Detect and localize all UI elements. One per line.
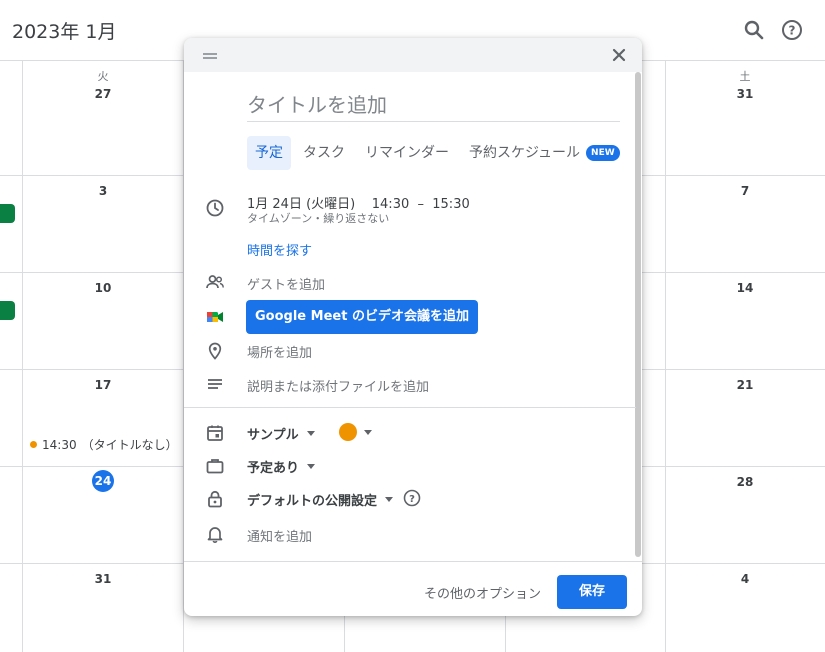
footer-divider (184, 561, 642, 562)
dialog-header[interactable] (184, 38, 642, 72)
chevron-down-icon[interactable] (364, 430, 372, 435)
day-number[interactable]: 10 (83, 281, 123, 295)
weekday-sat: 土 (739, 70, 751, 83)
chevron-down-icon (385, 497, 394, 502)
bell-icon (205, 524, 225, 544)
calendar-select[interactable]: サンプル (247, 424, 315, 443)
visibility-select[interactable]: デフォルトの公開設定 (247, 490, 394, 509)
timezone-repeat-text[interactable]: タイムゾーン・繰り返さない (247, 210, 389, 226)
tab-label: 予約スケジュール (469, 145, 581, 161)
day-number[interactable]: 31 (725, 87, 765, 101)
availability-select-value: 予定あり (247, 461, 300, 476)
calendar-select-value: サンプル (247, 428, 299, 443)
add-notification-field[interactable]: 通知を追加 (247, 526, 312, 545)
event-create-dialog: 予定 タスク リマインダー 予約スケジュールNEW 1月 24日 (火曜日) 1… (184, 38, 642, 616)
title-input[interactable] (247, 88, 620, 122)
event-title: （タイトルなし） (81, 438, 178, 452)
description-icon (205, 375, 225, 395)
briefcase-icon (205, 456, 225, 476)
add-guests-field[interactable]: ゲストを追加 (247, 274, 325, 293)
chevron-down-icon (306, 431, 315, 436)
today-day-number[interactable]: 24 (92, 470, 114, 492)
new-badge: NEW (586, 145, 620, 161)
visibility-help-icon[interactable]: ? (403, 489, 421, 507)
section-divider (184, 407, 636, 408)
google-meet-icon (205, 307, 225, 327)
day-number[interactable]: 28 (725, 475, 765, 489)
calendar-icon (205, 423, 225, 443)
event-chip[interactable] (0, 301, 15, 320)
lock-icon (205, 489, 225, 509)
tab-event[interactable]: 予定 (247, 136, 291, 170)
tab-reminder[interactable]: リマインダー (357, 136, 457, 170)
svg-text:?: ? (409, 494, 415, 505)
event-type-tabs: 予定 タスク リマインダー 予約スケジュール NEW (247, 136, 632, 170)
day-number[interactable]: 14 (725, 281, 765, 295)
tab-appointment-schedule[interactable]: 予約スケジュール NEW (461, 136, 628, 170)
calendar-event[interactable]: 14:30 （タイトルなし） (30, 436, 178, 453)
search-icon[interactable] (742, 18, 766, 42)
day-number[interactable]: 17 (83, 378, 123, 392)
day-number[interactable]: 3 (83, 184, 123, 198)
find-time-link[interactable]: 時間を探す (247, 240, 312, 259)
chevron-down-icon (307, 464, 316, 469)
day-number[interactable]: 21 (725, 378, 765, 392)
weekday-tue: 火 (97, 70, 109, 83)
day-number[interactable]: 31 (83, 572, 123, 586)
clock-icon (205, 198, 225, 218)
event-end-time[interactable]: 15:30 (432, 197, 469, 212)
day-number[interactable]: 7 (725, 184, 765, 198)
time-separator: – (417, 197, 425, 212)
close-icon[interactable] (610, 46, 628, 64)
event-chip[interactable] (0, 204, 15, 223)
event-time: 14:30 (42, 437, 77, 452)
more-options-button[interactable]: その他のオプション (424, 583, 541, 602)
day-number[interactable]: 27 (83, 87, 123, 101)
dialog-scrollbar[interactable] (635, 72, 641, 557)
svg-text:?: ? (789, 24, 796, 38)
month-title: 2023年 1月 (12, 21, 117, 43)
help-icon[interactable]: ? (780, 18, 804, 42)
drag-handle-icon[interactable] (202, 48, 218, 62)
availability-select[interactable]: 予定あり (247, 457, 316, 476)
tab-task[interactable]: タスク (295, 136, 353, 170)
location-pin-icon (205, 341, 225, 361)
day-number[interactable]: 4 (725, 572, 765, 586)
people-icon (205, 272, 225, 292)
event-color-picker[interactable] (339, 423, 357, 441)
add-description-field[interactable]: 説明または添付ファイルを追加 (247, 376, 429, 395)
save-button[interactable]: 保存 (557, 575, 627, 609)
event-color-dot (30, 441, 37, 448)
add-location-field[interactable]: 場所を追加 (247, 342, 312, 361)
visibility-select-value: デフォルトの公開設定 (247, 494, 378, 509)
add-google-meet-button[interactable]: Google Meet のビデオ会議を追加 (246, 300, 478, 334)
